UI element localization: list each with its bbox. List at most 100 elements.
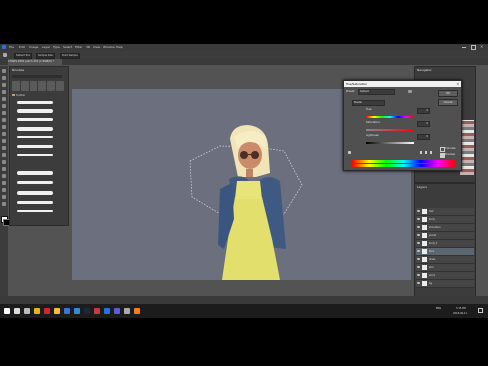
- marquee-tool-icon[interactable]: [2, 76, 6, 80]
- settings-icon[interactable]: [124, 308, 130, 314]
- layer-row[interactable]: hair: [416, 208, 474, 216]
- healing-brush-icon[interactable]: [2, 111, 6, 115]
- brush-stroke-preview[interactable]: [17, 109, 53, 113]
- targeted-adjustment-icon[interactable]: [348, 151, 351, 154]
- visibility-eye-icon[interactable]: [417, 226, 420, 228]
- visibility-eye-icon[interactable]: [417, 282, 420, 284]
- hue-slider[interactable]: [366, 116, 414, 118]
- move-tool-icon[interactable]: [2, 69, 6, 73]
- navigator-title[interactable]: Navigator: [417, 68, 432, 72]
- layer-row[interactable]: face: [416, 248, 474, 256]
- eyedropper-icon[interactable]: [2, 104, 6, 108]
- history-brush-icon[interactable]: [2, 132, 6, 136]
- language-indicator[interactable]: ENG: [436, 307, 441, 310]
- gradient-tool-icon[interactable]: [2, 146, 6, 150]
- brush-stroke-preview[interactable]: [17, 127, 53, 131]
- pen-tool-icon[interactable]: [2, 167, 6, 171]
- layer-row[interactable]: dress: [416, 256, 474, 264]
- layer-row[interactable]: body: [416, 216, 474, 224]
- brush-stroke-preview[interactable]: [17, 181, 53, 184]
- lightness-value-field[interactable]: 0: [417, 134, 430, 140]
- menu-select[interactable]: Select: [63, 45, 72, 49]
- menu-image[interactable]: Image: [29, 45, 38, 49]
- eraser-tool-icon[interactable]: [2, 139, 6, 143]
- eyedropper-add-icon[interactable]: [425, 151, 427, 154]
- brush-stroke-preview[interactable]: [17, 154, 53, 156]
- visibility-eye-icon[interactable]: [417, 210, 420, 212]
- brush-stroke-preview[interactable]: [17, 136, 53, 138]
- brush-stroke-preview[interactable]: [17, 191, 53, 195]
- menu-layer[interactable]: Layer: [42, 45, 50, 49]
- menu-type[interactable]: Type: [53, 45, 60, 49]
- layer-row[interactable]: shoulders: [416, 224, 474, 232]
- hand-tool-icon[interactable]: [2, 195, 6, 199]
- zoom-tool-icon[interactable]: [2, 202, 6, 206]
- store-icon[interactable]: [114, 308, 120, 314]
- steam-icon[interactable]: [84, 308, 90, 314]
- eyedropper-sample-icon[interactable]: [420, 151, 422, 154]
- clock-date[interactable]: 2018-06-11: [453, 312, 467, 315]
- clone-stamp-icon[interactable]: [2, 125, 6, 129]
- dialog-close-icon[interactable]: ✕: [456, 81, 459, 87]
- search-icon[interactable]: [14, 308, 20, 314]
- layer-row[interactable]: arms: [416, 272, 474, 280]
- eyedropper-tool-icon[interactable]: [3, 53, 7, 57]
- mail-icon[interactable]: [64, 308, 70, 314]
- visibility-eye-icon[interactable]: [417, 274, 420, 276]
- close-window-icon[interactable]: ✕: [480, 44, 483, 49]
- file-explorer-icon[interactable]: [54, 308, 60, 314]
- visibility-eye-icon[interactable]: [417, 234, 420, 236]
- layer-row[interactable]: body 2: [416, 240, 474, 248]
- visibility-eye-icon[interactable]: [417, 218, 420, 220]
- brush-stroke-preview[interactable]: [17, 101, 53, 104]
- notification-icon[interactable]: [478, 308, 483, 313]
- clock-time[interactable]: 3:15 PM: [456, 307, 466, 310]
- type-tool-icon[interactable]: [2, 174, 6, 178]
- crop-tool-icon[interactable]: [2, 97, 6, 101]
- shape-tool-icon[interactable]: [2, 188, 6, 192]
- chrome-icon[interactable]: [34, 308, 40, 314]
- brush-stroke-preview[interactable]: [17, 145, 53, 148]
- brush-stroke-preview[interactable]: [17, 210, 53, 212]
- menu-filter[interactable]: Filter: [75, 45, 82, 49]
- brush-size-slider[interactable]: [12, 75, 62, 78]
- photos-icon[interactable]: [74, 308, 80, 314]
- layer-row[interactable]: jacket: [416, 232, 474, 240]
- brush-tip[interactable]: [47, 81, 56, 91]
- firefox-icon[interactable]: [134, 308, 140, 314]
- channel-select[interactable]: Master: [352, 100, 385, 106]
- brush-folder-name[interactable]: Scatter: [16, 94, 25, 97]
- layer-row[interactable]: bg: [416, 280, 474, 288]
- blur-tool-icon[interactable]: [2, 153, 6, 157]
- saturation-value-field[interactable]: 0: [417, 121, 430, 127]
- eyedropper-subtract-icon[interactable]: [430, 151, 432, 154]
- layers-panel-title[interactable]: Layers: [417, 185, 427, 189]
- brush-tip[interactable]: [56, 81, 64, 91]
- menu-view[interactable]: View: [93, 45, 100, 49]
- maximize-icon[interactable]: [471, 45, 476, 50]
- layer-row[interactable]: skin: [416, 264, 474, 272]
- brush-tip[interactable]: [38, 81, 47, 91]
- opera-icon[interactable]: [44, 308, 50, 314]
- lasso-tool-icon[interactable]: [2, 83, 6, 87]
- media-icon[interactable]: [94, 308, 100, 314]
- brush-tip[interactable]: [20, 81, 29, 91]
- visibility-eye-icon[interactable]: [417, 242, 420, 244]
- document-tab[interactable]: CHARS 2081 patch 301 (1 RGB/8) *: [8, 59, 62, 65]
- brush-tip[interactable]: [12, 81, 20, 91]
- hue-value-field[interactable]: 0: [417, 108, 430, 114]
- menu-window[interactable]: Window: [103, 45, 115, 49]
- menu-file[interactable]: File: [9, 45, 14, 49]
- quick-select-tool-icon[interactable]: [2, 90, 6, 94]
- start-icon[interactable]: [4, 308, 10, 314]
- visibility-eye-icon[interactable]: [417, 266, 420, 268]
- brush-stroke-preview[interactable]: [17, 118, 53, 121]
- preset-select[interactable]: Default: [358, 89, 395, 95]
- photoshop-icon[interactable]: [104, 308, 110, 314]
- visibility-eye-icon[interactable]: [417, 258, 420, 260]
- menu-3d[interactable]: 3D: [86, 45, 90, 49]
- brush-stroke-preview[interactable]: [17, 171, 53, 175]
- brush-tip[interactable]: [29, 81, 38, 91]
- lightness-slider[interactable]: [366, 142, 414, 144]
- menu-edit[interactable]: Edit: [19, 45, 25, 49]
